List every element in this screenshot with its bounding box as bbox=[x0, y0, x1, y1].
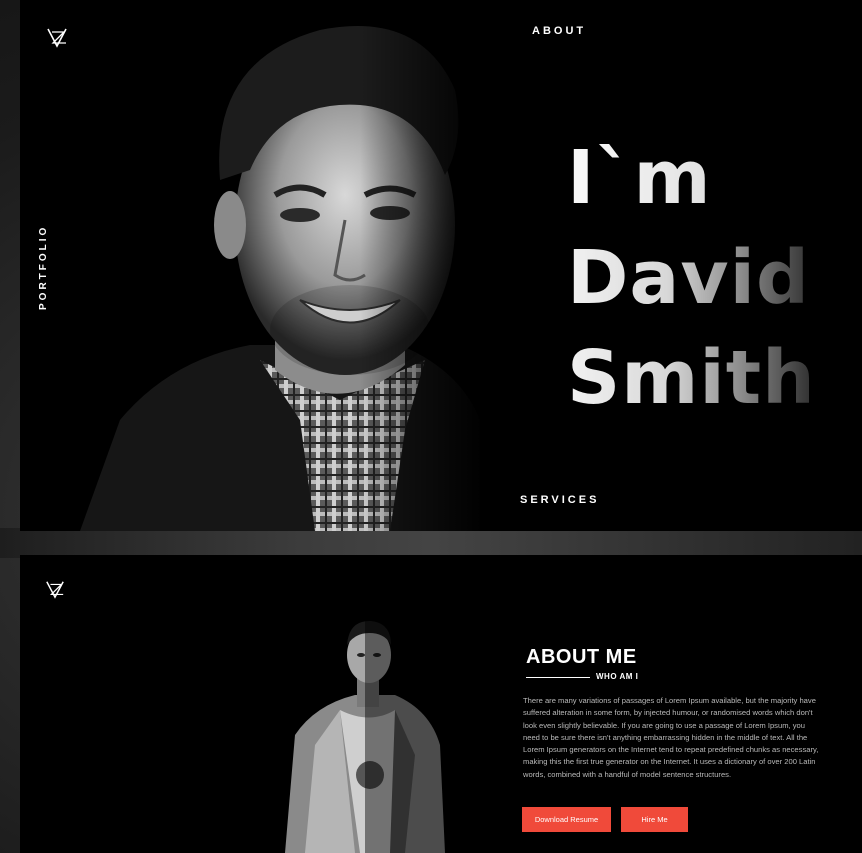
heading-divider bbox=[526, 677, 590, 678]
about-subheading: WHO AM I bbox=[596, 672, 639, 681]
about-panel: ABOUT ME WHO AM I There are many variati… bbox=[20, 555, 862, 853]
backdrop-band bbox=[0, 528, 862, 558]
hero-title-line-1: I`m bbox=[567, 128, 816, 228]
nav-portfolio-link[interactable]: PORTFOLIO bbox=[38, 225, 49, 310]
hero-title-line-2: David bbox=[567, 228, 816, 328]
about-portrait-image bbox=[285, 615, 445, 853]
nav-services-link[interactable]: SERVICES bbox=[520, 494, 599, 506]
hero-title-line-3: Smith bbox=[567, 328, 816, 428]
logo-icon[interactable] bbox=[46, 26, 68, 48]
hire-me-button[interactable]: Hire Me bbox=[621, 807, 688, 832]
hero-title: I`m David Smith bbox=[567, 128, 816, 428]
about-body-text: There are many variations of passages of… bbox=[523, 696, 819, 779]
hero-portrait-image bbox=[60, 0, 480, 531]
about-heading: ABOUT ME bbox=[526, 646, 637, 668]
logo-icon[interactable] bbox=[45, 579, 65, 599]
download-resume-button[interactable]: Download Resume bbox=[522, 807, 611, 832]
nav-about-link[interactable]: ABOUT bbox=[532, 25, 586, 37]
hero-panel: ABOUT SERVICES PORTFOLIO I`m David Smith bbox=[20, 0, 862, 531]
